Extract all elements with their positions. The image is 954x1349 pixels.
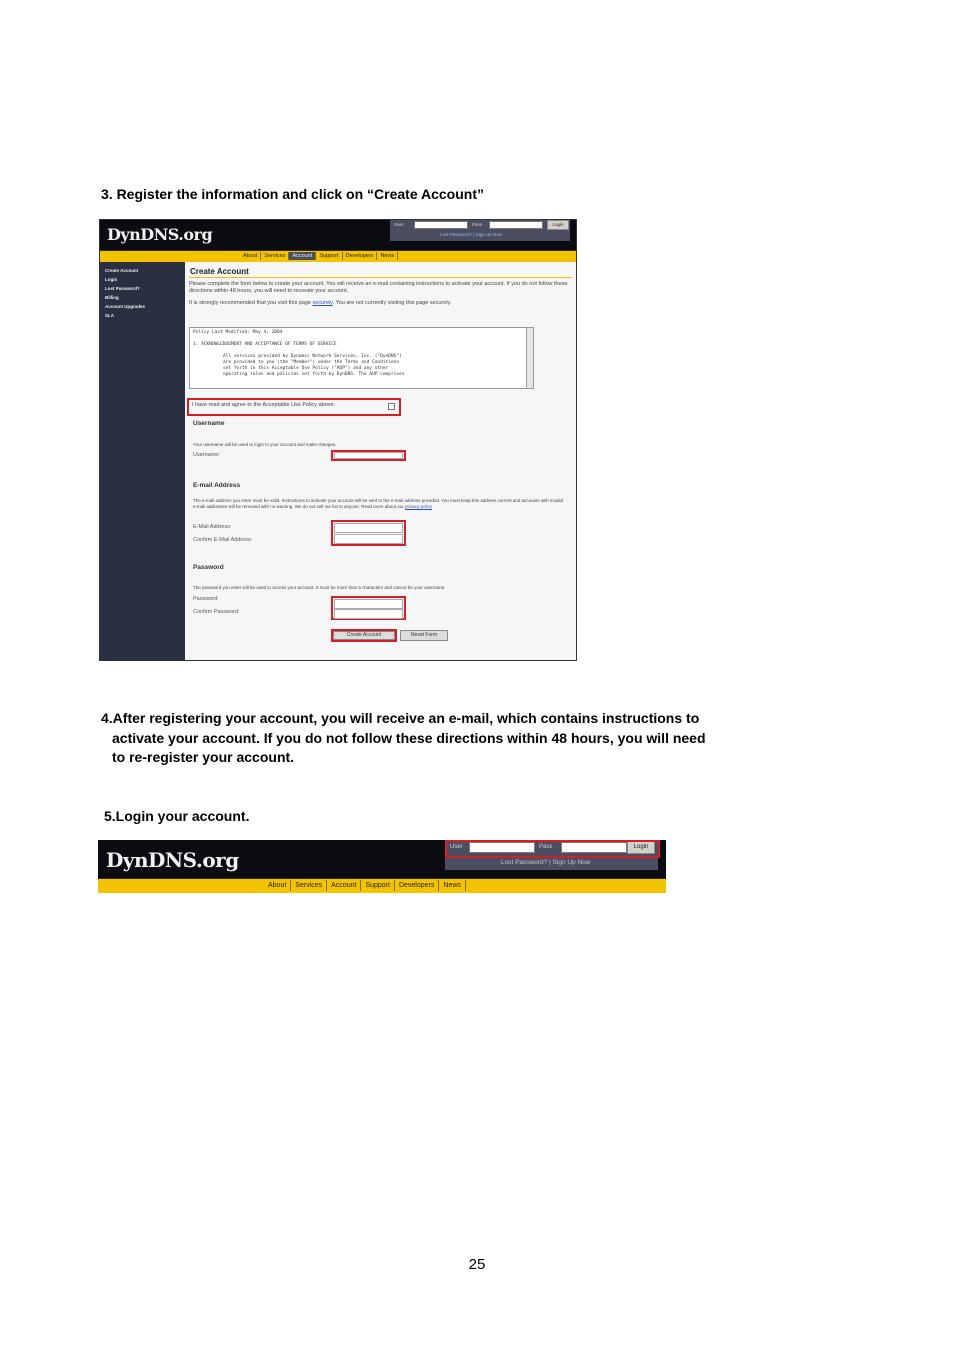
sidebar-item-sla[interactable]: SLA [100, 311, 184, 320]
tab-developers[interactable]: Developers [395, 880, 440, 891]
nav-bar: About Services Account Support Developer… [100, 250, 576, 262]
email-heading: E-mail Address [193, 482, 241, 489]
password-label: Password: [193, 596, 219, 602]
create-account-screenshot: DynDNS.org User Pass Login Lost Password… [99, 219, 577, 661]
create-account-content: Create Account Please complete the form … [185, 262, 576, 660]
username-desc: Your username will be used to login to y… [193, 442, 337, 447]
site-logo: DynDNS.org [107, 225, 213, 244]
user-input[interactable] [414, 221, 468, 229]
nav-bar: About Services Account Support Developer… [98, 878, 666, 893]
agree-label: I have read and agree to the Acceptable … [192, 402, 336, 408]
tab-account[interactable]: Account [289, 252, 317, 260]
step-5-instruction: 5.Login your account. [104, 808, 250, 824]
sidebar-item-lost-password[interactable]: Lost Password? [100, 284, 184, 293]
tab-about[interactable]: About [240, 252, 262, 260]
password-desc: The password you enter will be used to a… [193, 585, 446, 590]
tab-about[interactable]: About [264, 880, 292, 891]
password-heading: Password [193, 564, 224, 571]
pass-input[interactable] [489, 221, 543, 229]
site-header: DynDNS.org User Pass Login Lost Password… [98, 840, 666, 877]
confirm-password-input[interactable] [334, 609, 403, 619]
agree-highlight: I have read and agree to the Acceptable … [187, 398, 401, 416]
header-links[interactable]: Lost Password? | Sign Up Now [440, 232, 502, 237]
login-header-screenshot: DynDNS.org User Pass Login Lost Password… [98, 840, 666, 893]
secure-note: It is strongly recommended that you visi… [189, 300, 452, 306]
sidebar-item-account-upgrades[interactable]: Account Upgrades [100, 302, 184, 311]
tab-support[interactable]: Support [316, 252, 343, 260]
reset-form-button[interactable]: Reset Form [400, 630, 448, 641]
agree-checkbox[interactable] [388, 403, 395, 410]
header-login-panel: User Pass Login Lost Password? | Sign Up… [390, 220, 570, 241]
header-links[interactable]: Lost Password? | Sign Up Now [501, 859, 590, 866]
login-highlight [445, 840, 660, 858]
tab-account[interactable]: Account [327, 880, 362, 891]
tab-developers[interactable]: Developers [343, 252, 378, 260]
username-label: Username: [193, 452, 220, 458]
create-account-highlight: Create Account [331, 629, 397, 642]
password-fields-highlight [331, 596, 406, 620]
tab-news[interactable]: News [439, 880, 466, 891]
step-3-instruction: 3. Register the information and click on… [101, 186, 484, 202]
tab-services[interactable]: Services [261, 252, 290, 260]
privacy-policy-link[interactable]: privacy policy [405, 504, 432, 509]
create-account-button[interactable]: Create Account [333, 631, 395, 640]
email-desc: The e-mail address you enter must be val… [193, 498, 563, 509]
tab-support[interactable]: Support [361, 880, 395, 891]
confirm-email-label: Confirm E-Mail Address: [193, 537, 253, 543]
sidebar-item-create-account[interactable]: Create Account [100, 266, 184, 275]
page-title: Create Account [189, 262, 572, 278]
username-heading: Username [193, 420, 225, 427]
confirm-password-label: Confirm Password: [193, 609, 240, 615]
username-input[interactable] [334, 452, 403, 459]
email-input[interactable] [334, 523, 403, 533]
pass-label: Pass [472, 222, 483, 227]
terms-of-service-box[interactable]: Policy Last Modified: May 4, 2004 1. ACK… [189, 327, 533, 389]
sidebar-item-billing[interactable]: Billing [100, 293, 184, 302]
email-label: E-Mail Address: [193, 524, 232, 530]
site-header: DynDNS.org User Pass Login Lost Password… [100, 220, 576, 250]
step-4-instruction: 4.After registering your account, you wi… [101, 710, 706, 765]
tos-scrollbar[interactable] [526, 327, 534, 389]
email-fields-highlight [331, 520, 406, 546]
confirm-email-input[interactable] [334, 534, 403, 544]
page-number: 25 [468, 1256, 486, 1273]
secure-link[interactable]: securely [313, 300, 333, 306]
site-logo: DynDNS.org [106, 848, 239, 872]
user-label: User [394, 222, 404, 227]
tab-services[interactable]: Services [291, 880, 328, 891]
sidebar-item-login[interactable]: Login [100, 275, 184, 284]
tab-news[interactable]: News [377, 252, 399, 260]
password-input[interactable] [334, 599, 403, 609]
intro-text: Please complete the form below to create… [189, 281, 568, 294]
account-sidebar: Create Account Login Lost Password? Bill… [100, 262, 184, 660]
username-field-highlight [331, 450, 406, 461]
login-button[interactable]: Login [547, 220, 569, 230]
